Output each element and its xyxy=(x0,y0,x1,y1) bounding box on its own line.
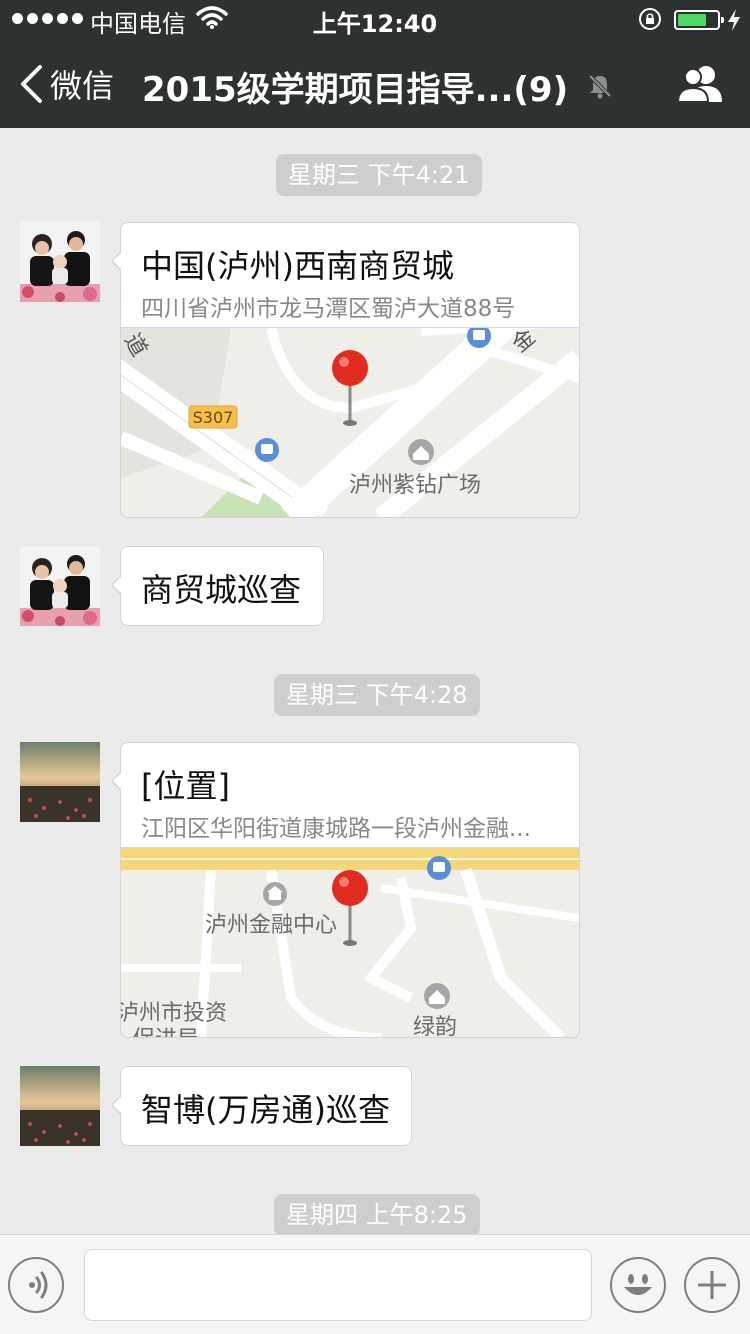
map-poi-label: 绿韵 xyxy=(413,1015,457,1037)
timestamp-badge: 星期三 下午4:21 xyxy=(276,154,482,196)
plus-icon xyxy=(698,1271,726,1299)
nav-bar: 微信 2015级学期项目指导...(9) xyxy=(0,40,750,128)
map-poi-label: 泸州紫钻广场 xyxy=(349,473,481,498)
back-button[interactable]: 微信 xyxy=(18,60,114,108)
location-map[interactable]: 泸州金融中心 绿韵 泸州市投资 促进局 xyxy=(121,847,579,1037)
location-address: 四川省泸州市龙马潭区蜀泸大道88号 xyxy=(141,296,516,322)
battery-icon xyxy=(674,10,724,30)
location-map[interactable]: 道 金 S307 泸州紫钻广场 xyxy=(121,327,579,517)
members-icon[interactable] xyxy=(676,64,726,104)
chat-area[interactable]: 星期三 下午4:21 中国(泸州)西南商贸城 四川省泸州市龙马潭区蜀泸大道88号 xyxy=(0,128,750,1236)
location-message[interactable]: [位置] 江阳区华阳街道康城路一段泸州金融... 泸州金融中心 绿韵 泸州市投资 xyxy=(111,742,580,1038)
location-name: [位置] xyxy=(141,767,230,805)
message-text: 商贸城巡查 xyxy=(141,571,302,609)
more-button[interactable] xyxy=(684,1257,740,1313)
emoji-button[interactable] xyxy=(610,1257,666,1313)
input-toolbar xyxy=(0,1234,750,1334)
location-name: 中国(泸州)西南商贸城 xyxy=(141,247,454,285)
chat-title: 2015级学期项目指导...(9) xyxy=(142,70,569,110)
map-poi-label: 泸州市投资 xyxy=(121,1001,227,1026)
avatar[interactable] xyxy=(20,1066,100,1146)
message-text: 智博(万房通)巡查 xyxy=(141,1091,390,1129)
avatar[interactable] xyxy=(20,546,100,626)
back-label: 微信 xyxy=(50,67,115,105)
emoji-icon xyxy=(624,1274,652,1295)
voice-icon xyxy=(29,1271,48,1299)
map-poi-label: 泸州金融中心 xyxy=(205,913,337,938)
voice-button[interactable] xyxy=(8,1257,64,1313)
charging-icon xyxy=(728,9,740,31)
location-address: 江阳区华阳街道康城路一段泸州金融... xyxy=(141,816,531,842)
mute-icon xyxy=(588,74,612,99)
location-message[interactable]: 中国(泸州)西南商贸城 四川省泸州市龙马潭区蜀泸大道88号 道 金 S307 泸… xyxy=(111,222,580,518)
road-shield-label: S307 xyxy=(193,408,234,427)
message-input[interactable] xyxy=(84,1249,592,1321)
status-bar: 中国电信 上午12:40 xyxy=(0,0,750,40)
text-message[interactable]: 智博(万房通)巡查 xyxy=(111,1066,412,1146)
avatar[interactable] xyxy=(20,742,100,822)
timestamp-badge: 星期四 上午8:25 xyxy=(274,1194,480,1236)
text-message[interactable]: 商贸城巡查 xyxy=(111,546,324,626)
lock-rotation-icon xyxy=(639,8,661,30)
timestamp-badge: 星期三 下午4:28 xyxy=(274,674,480,716)
top-bar: 中国电信 上午12:40 微信 2015级学期项目指导...(9) xyxy=(0,0,750,128)
avatar[interactable] xyxy=(20,222,100,302)
back-chevron-icon xyxy=(21,65,42,103)
map-poi-label: 促进局 xyxy=(133,1027,199,1037)
